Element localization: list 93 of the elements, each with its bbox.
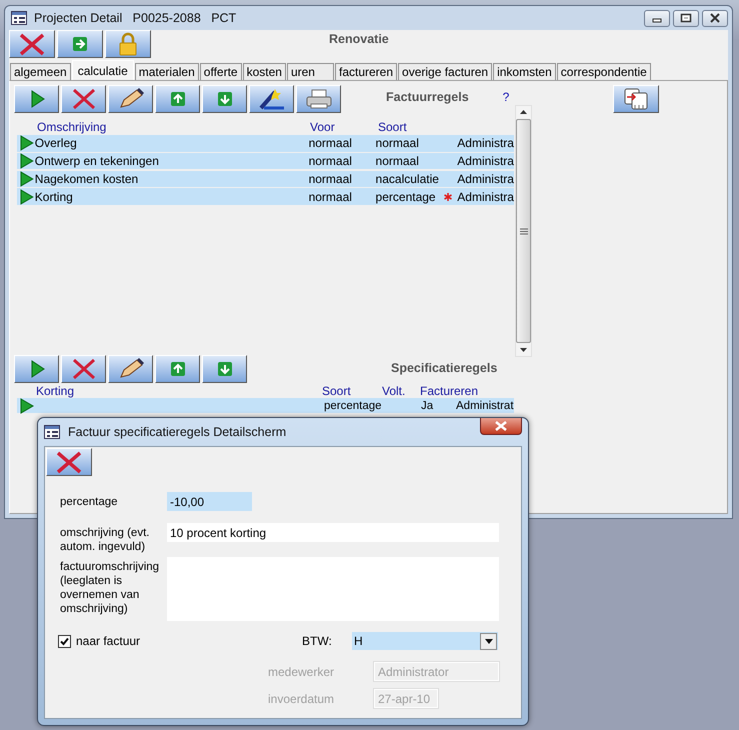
- play-icon: [20, 153, 34, 170]
- tab[interactable]: materialen: [134, 63, 199, 80]
- play-button[interactable]: [14, 85, 59, 113]
- delete-button[interactable]: [61, 85, 106, 113]
- column-header: Soort: [378, 120, 408, 134]
- table-cell-text: Nagekomen kosten: [34, 172, 140, 186]
- close-button[interactable]: [702, 10, 728, 26]
- column-header: Soort: [322, 384, 352, 398]
- table-cell-text: normaal: [308, 136, 353, 150]
- close-icon: [494, 421, 508, 431]
- table-cell-text: normaal: [376, 136, 420, 150]
- edit-button[interactable]: [108, 85, 153, 113]
- wizard-button[interactable]: [249, 85, 294, 113]
- field-label: percentage: [60, 494, 119, 508]
- move-up-button[interactable]: [155, 355, 200, 383]
- form-icon: [44, 425, 60, 439]
- play-icon: [20, 170, 34, 187]
- dropdown[interactable]: H: [352, 632, 498, 650]
- table-row[interactable]: percentage Ja Administrat: [17, 398, 514, 413]
- column-header: Voor: [310, 120, 336, 134]
- print-button[interactable]: [296, 85, 341, 113]
- table-cell-text: Korting: [34, 190, 74, 204]
- tab[interactable]: calculatie: [72, 60, 134, 80]
- help-link[interactable]: ?: [502, 90, 510, 104]
- section-title: Factuurregels: [386, 90, 469, 104]
- dropdown-arrow-icon: [484, 638, 493, 644]
- window-title: Projecten Detail P0025-2088 PCT: [34, 11, 236, 25]
- play-icon: [20, 188, 34, 205]
- tab[interactable]: uren: [286, 63, 334, 80]
- table-cell-text: percentage: [324, 400, 383, 412]
- tab[interactable]: inkomsten: [493, 63, 556, 80]
- table-cell: Administra: [457, 172, 514, 186]
- tab[interactable]: offerte: [200, 63, 242, 80]
- maximize-icon: [680, 13, 692, 23]
- project-name: Renovatie: [329, 32, 389, 48]
- maximize-button[interactable]: [673, 10, 699, 26]
- table-row[interactable]: Overleg normaal normaal Administra: [17, 135, 514, 152]
- field-label: invoerdatum: [268, 692, 336, 706]
- field-label: factuuromschrijving (leeglaten is overnemen van omschrijving): [60, 560, 160, 616]
- table-cell-text: percentage: [376, 190, 437, 204]
- play-icon: [20, 398, 34, 414]
- play-icon: [20, 135, 34, 152]
- move-down-button[interactable]: [202, 355, 247, 383]
- field-label: medewerker: [268, 664, 336, 678]
- move-up-button[interactable]: [155, 85, 200, 113]
- minimize-button[interactable]: [644, 10, 670, 26]
- input-field[interactable]: -10,00: [167, 492, 252, 511]
- dialog-title: Factuur specificatieregels Detailscherm: [68, 425, 286, 439]
- tab[interactable]: algemeen: [10, 63, 71, 80]
- input-field[interactable]: 10 procent korting: [167, 523, 499, 542]
- field-label: omschrijving (evt. autom. ingevuld): [60, 526, 150, 554]
- table-cell-text: normaal: [308, 172, 353, 186]
- close-button[interactable]: [480, 418, 522, 435]
- move-down-button[interactable]: [202, 85, 247, 113]
- delete-button[interactable]: [61, 355, 106, 383]
- table-cell-text: Ontwerp en tekeningen: [34, 154, 160, 168]
- field-label: BTW:: [302, 634, 333, 648]
- scrollbar[interactable]: [515, 105, 532, 357]
- lock-button[interactable]: [105, 30, 151, 58]
- table-row[interactable]: Korting normaal percentage Administra: [17, 188, 514, 205]
- table-cell-text: Ja: [421, 400, 434, 412]
- grip-icon: [520, 228, 528, 234]
- table-cell-text: normaal: [308, 190, 353, 204]
- form-icon: [11, 11, 27, 25]
- delete-button[interactable]: [46, 448, 92, 476]
- copy-button[interactable]: [613, 85, 659, 113]
- table-cell-text: normaal: [376, 154, 420, 168]
- table-row[interactable]: Ontwerp en tekeningen normaal normaal Administra: [17, 152, 514, 170]
- column-header: Factureren: [420, 384, 478, 398]
- tab[interactable]: factureren: [334, 63, 398, 80]
- edit-button[interactable]: [108, 355, 153, 383]
- table-cell: Administra: [457, 154, 514, 168]
- table-cell: Administra: [457, 136, 514, 150]
- column-header: Korting: [35, 384, 76, 398]
- column-header: Volt.: [382, 384, 406, 398]
- table-row[interactable]: Nagekomen kosten normaal nacalculatie Administra: [17, 170, 514, 188]
- play-button[interactable]: [14, 355, 59, 383]
- checkbox[interactable]: [58, 634, 71, 648]
- table-cell-text: Overleg: [34, 136, 78, 150]
- table-cell: Administra: [457, 190, 514, 204]
- table-cell-text: normaal: [308, 154, 353, 168]
- scroll-thumb[interactable]: [516, 119, 531, 343]
- delete-button[interactable]: [9, 30, 55, 58]
- table-cell: Administrat: [456, 400, 514, 412]
- checkbox-label: naar factuur: [76, 634, 140, 648]
- close-icon: [709, 13, 721, 23]
- table-cell-text: nacalculatie: [376, 172, 440, 186]
- tab[interactable]: overige facturen: [398, 63, 492, 80]
- section-title: Specificatieregels: [391, 361, 498, 375]
- tab[interactable]: correspondentie: [556, 63, 651, 80]
- tab[interactable]: kosten: [242, 63, 286, 80]
- next-button[interactable]: [57, 30, 103, 58]
- column-header: Omschrijving: [36, 120, 108, 134]
